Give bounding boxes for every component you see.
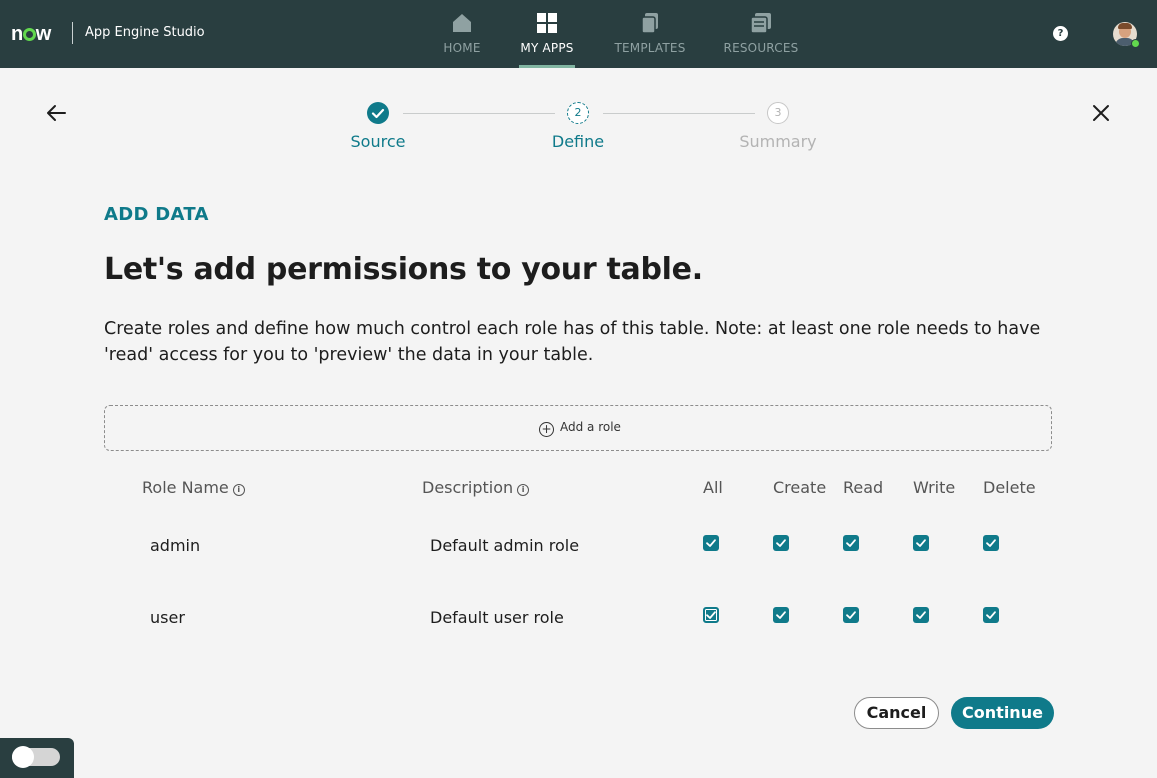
add-role-label: Add a role	[560, 420, 621, 434]
column-header-write: Write	[913, 478, 956, 497]
column-header-all: All	[703, 478, 723, 497]
toggle-panel	[0, 738, 74, 778]
nav-resources-label: RESOURCES	[723, 41, 799, 55]
info-icon[interactable]: i	[517, 484, 530, 496]
grid-icon	[537, 13, 557, 33]
step-1-label: Source	[350, 132, 406, 151]
help-icon[interactable]: ?	[1053, 26, 1068, 41]
role-name-cell: admin	[150, 536, 201, 555]
logo-divider	[72, 22, 73, 44]
column-header-role-name: Role Name i	[142, 478, 245, 497]
step-1-complete-icon	[367, 102, 389, 124]
section-eyebrow: ADD DATA	[104, 204, 209, 225]
checkbox-create[interactable]	[773, 535, 789, 551]
close-icon[interactable]	[1089, 101, 1113, 125]
role-description-cell: Default user role	[430, 608, 564, 627]
add-role-button[interactable]: + Add a role	[104, 405, 1052, 451]
back-arrow-icon[interactable]	[44, 101, 68, 125]
logo-o-mark	[22, 28, 36, 41]
continue-button[interactable]: Continue	[951, 697, 1054, 729]
nav-templates[interactable]: TEMPLATES	[612, 0, 688, 68]
role-name-cell: user	[150, 608, 185, 627]
step-3-label: Summary	[739, 132, 817, 151]
column-header-description-label: Description	[422, 478, 514, 497]
role-description-cell: Default admin role	[430, 536, 580, 555]
checkbox-delete[interactable]	[983, 607, 999, 623]
info-icon[interactable]: i	[232, 484, 245, 496]
column-header-role-name-label: Role Name	[142, 478, 229, 497]
app-name: App Engine Studio	[85, 25, 205, 40]
page-description: Create roles and define how much control…	[104, 319, 1041, 365]
nav-home[interactable]: HOME	[436, 0, 488, 68]
nav-my-apps[interactable]: MY APPS	[519, 0, 575, 68]
checkmark-icon	[371, 108, 385, 119]
page-title: Let's add permissions to your table.	[104, 252, 703, 287]
checkbox-create[interactable]	[773, 607, 789, 623]
presence-status-dot	[1131, 39, 1140, 48]
step-connector	[403, 113, 555, 114]
logo-text-w: w	[35, 23, 52, 45]
column-header-create: Create	[773, 478, 827, 497]
checkbox-write[interactable]	[913, 607, 929, 623]
resources-icon	[750, 13, 771, 34]
cancel-button[interactable]: Cancel	[854, 697, 939, 729]
active-tab-underline	[519, 65, 575, 68]
add-circle-icon: +	[539, 422, 554, 437]
top-nav-bar: nw App Engine Studio HOME MY APPS TEMPLA…	[0, 0, 1157, 68]
checkbox-all[interactable]	[703, 535, 719, 551]
toggle-knob	[12, 746, 34, 768]
column-header-description: Description i	[422, 478, 530, 497]
templates-icon	[641, 13, 658, 34]
column-header-delete: Delete	[983, 478, 1036, 497]
nav-templates-label: TEMPLATES	[614, 41, 686, 55]
home-icon	[453, 14, 471, 32]
logo-text: n	[11, 23, 23, 45]
nav-home-label: HOME	[443, 41, 481, 55]
checkbox-all[interactable]	[703, 607, 719, 623]
step-connector	[603, 113, 755, 114]
servicenow-logo[interactable]: nw	[11, 22, 51, 46]
toggle-switch[interactable]	[12, 746, 60, 768]
column-header-read: Read	[843, 478, 884, 497]
step-2-label: Define	[551, 132, 605, 151]
checkbox-read[interactable]	[843, 535, 859, 551]
nav-resources[interactable]: RESOURCES	[722, 0, 800, 68]
nav-my-apps-label: MY APPS	[520, 41, 574, 55]
checkbox-read[interactable]	[843, 607, 859, 623]
step-2-number: 2	[567, 102, 589, 124]
checkbox-write[interactable]	[913, 535, 929, 551]
step-3-number: 3	[767, 102, 789, 124]
checkbox-delete[interactable]	[983, 535, 999, 551]
